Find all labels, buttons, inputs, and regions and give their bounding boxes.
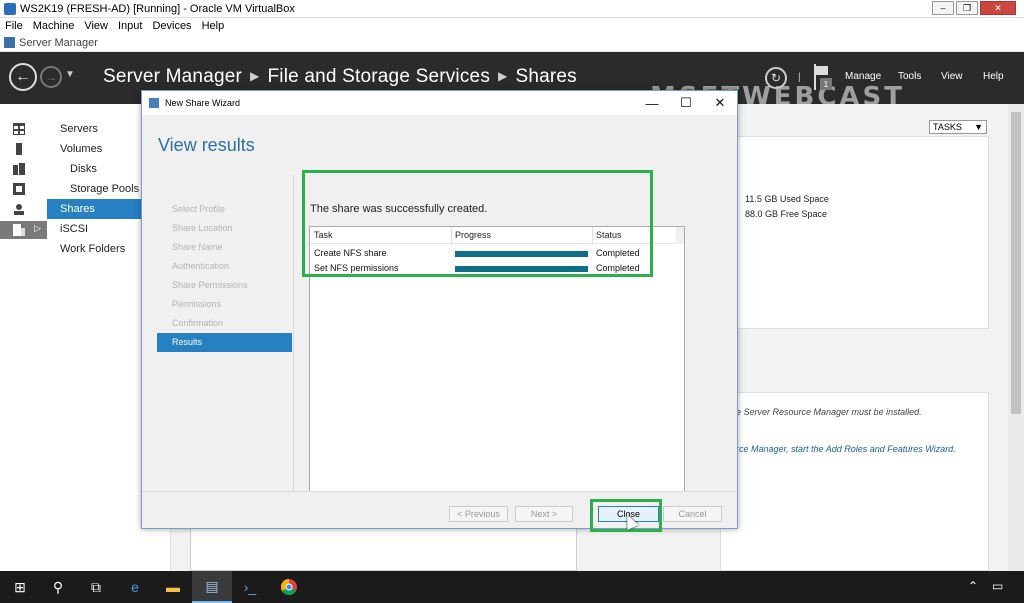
action-center-icon[interactable]: ▭ [992,579,1003,593]
step-share-permissions: Share Permissions [172,280,248,290]
next-button[interactable]: Next > [515,506,573,522]
used-space-text: 11.5 GB Used Space [745,194,829,204]
menu-file[interactable]: File [0,20,28,32]
notification-badge: 1 [820,78,832,90]
view-menu[interactable]: View [941,71,963,82]
quota-panel [720,392,989,571]
menu-devices[interactable]: Devices [147,20,196,32]
menu-view[interactable]: View [79,20,113,32]
tasks-dropdown[interactable]: TASKS ▼ [929,120,987,134]
add-roles-link[interactable]: rce Manager, start the Add Roles and Fea… [736,444,956,454]
tools-menu[interactable]: Tools [898,71,921,82]
step-share-name: Share Name [172,242,223,252]
virtualbox-menu-bar: File Machine View Input Devices Help [0,18,1024,34]
wizard-close-icon[interactable]: ✕ [703,91,737,115]
notifications-flag-icon[interactable]: 1 [812,64,832,92]
back-arrow-icon[interactable]: ← [9,63,37,91]
wizard-title: New Share Wizard [165,98,241,108]
minimize-button[interactable]: – [932,1,954,15]
wizard-icon [149,98,159,108]
main-scrollbar[interactable] [1008,104,1024,571]
task-view-icon[interactable]: ⧉ [76,571,116,603]
breadcrumb: Server Manager ▶ File and Storage Services… [103,66,577,88]
tasks-label: TASKS [933,122,962,132]
grid-scrollbar[interactable] [676,227,684,244]
menu-input[interactable]: Input [113,20,147,32]
local-server-icon[interactable] [13,143,25,155]
history-dropdown-icon[interactable]: ▼ [65,69,75,80]
server-manager-window-title: Server Manager [19,36,98,49]
wizard-maximize-icon[interactable]: ☐ [669,91,703,115]
chrome-icon[interactable] [269,571,309,603]
breadcrumb-server-manager[interactable]: Server Manager [103,66,242,87]
wizard-steps: Select Profile Share Location Share Name… [157,200,292,352]
wizard-minimize-icon[interactable]: — [635,91,669,115]
new-share-wizard-dialog: New Share Wizard — ☐ ✕ View results Sele… [141,90,738,529]
ad-ds-icon[interactable] [13,183,25,195]
breadcrumb-shares: Shares [515,66,577,87]
refresh-icon[interactable]: ↻ [765,67,787,89]
fsrm-required-note: e Server Resource Manager must be instal… [736,407,922,417]
left-icon-bar: ▷ [0,104,47,571]
powershell-icon[interactable]: ›_ [230,571,270,603]
dns-icon[interactable] [13,203,25,215]
step-permissions: Permissions [172,299,222,309]
internet-explorer-icon[interactable]: e [115,571,155,603]
server-manager-taskbar-icon[interactable]: ▤ [192,571,232,603]
restore-button[interactable]: ❐ [956,1,978,15]
menu-machine[interactable]: Machine [28,20,80,32]
previous-button[interactable]: < Previous [449,506,508,522]
windows-taskbar: ⊞ ⚲ ⧉ e ▬ ▤ ›_ ⌃ ▭ [0,571,1024,603]
server-manager-title-bar: Server Manager [0,34,1024,52]
search-icon[interactable]: ⚲ [38,571,78,603]
menu-help[interactable]: Help [197,20,230,32]
virtualbox-title-bar: WS2K19 (FRESH-AD) [Running] - Oracle VM … [0,0,1024,18]
steps-divider [293,175,294,501]
breadcrumb-separator-icon: ▶ [250,69,260,83]
file-storage-services-icon[interactable]: ▷ [0,221,47,239]
all-servers-icon[interactable] [13,163,25,175]
start-windows-icon[interactable]: ⊞ [0,571,40,603]
show-hidden-icons-icon[interactable]: ⌃ [968,579,978,593]
step-confirmation: Confirmation [172,318,224,328]
virtualbox-title: WS2K19 (FRESH-AD) [Running] - Oracle VM … [20,2,295,15]
manage-menu[interactable]: Manage [845,71,881,82]
breadcrumb-separator-icon: ▶ [498,69,508,83]
separator-icon: | [798,72,801,83]
server-manager-icon [4,37,15,48]
expand-arrow-icon: ▷ [34,223,41,233]
virtualbox-icon [4,2,16,15]
results-highlight-box [302,170,653,277]
step-results[interactable]: Results [157,333,292,352]
wizard-page-heading: View results [158,135,255,155]
forward-arrow-icon[interactable]: → [40,66,62,88]
step-select-profile: Select Profile [172,204,226,214]
bottom-panel [190,527,577,571]
help-menu[interactable]: Help [983,71,1004,82]
dashboard-icon[interactable] [13,123,25,135]
file-explorer-icon[interactable]: ▬ [153,571,193,603]
chevron-down-icon: ▼ [974,122,983,132]
step-authentication: Authentication [172,261,230,271]
breadcrumb-file-storage[interactable]: File and Storage Services [267,66,490,87]
wizard-title-bar: New Share Wizard — ☐ ✕ [142,91,737,115]
volume-panel [737,136,989,329]
close-window-button[interactable]: ✕ [980,1,1016,15]
step-share-location: Share Location [172,223,233,233]
cancel-button[interactable]: Cancel [663,506,722,522]
scrollbar-thumb[interactable] [1011,112,1021,414]
free-space-text: 88.0 GB Free Space [745,209,828,219]
